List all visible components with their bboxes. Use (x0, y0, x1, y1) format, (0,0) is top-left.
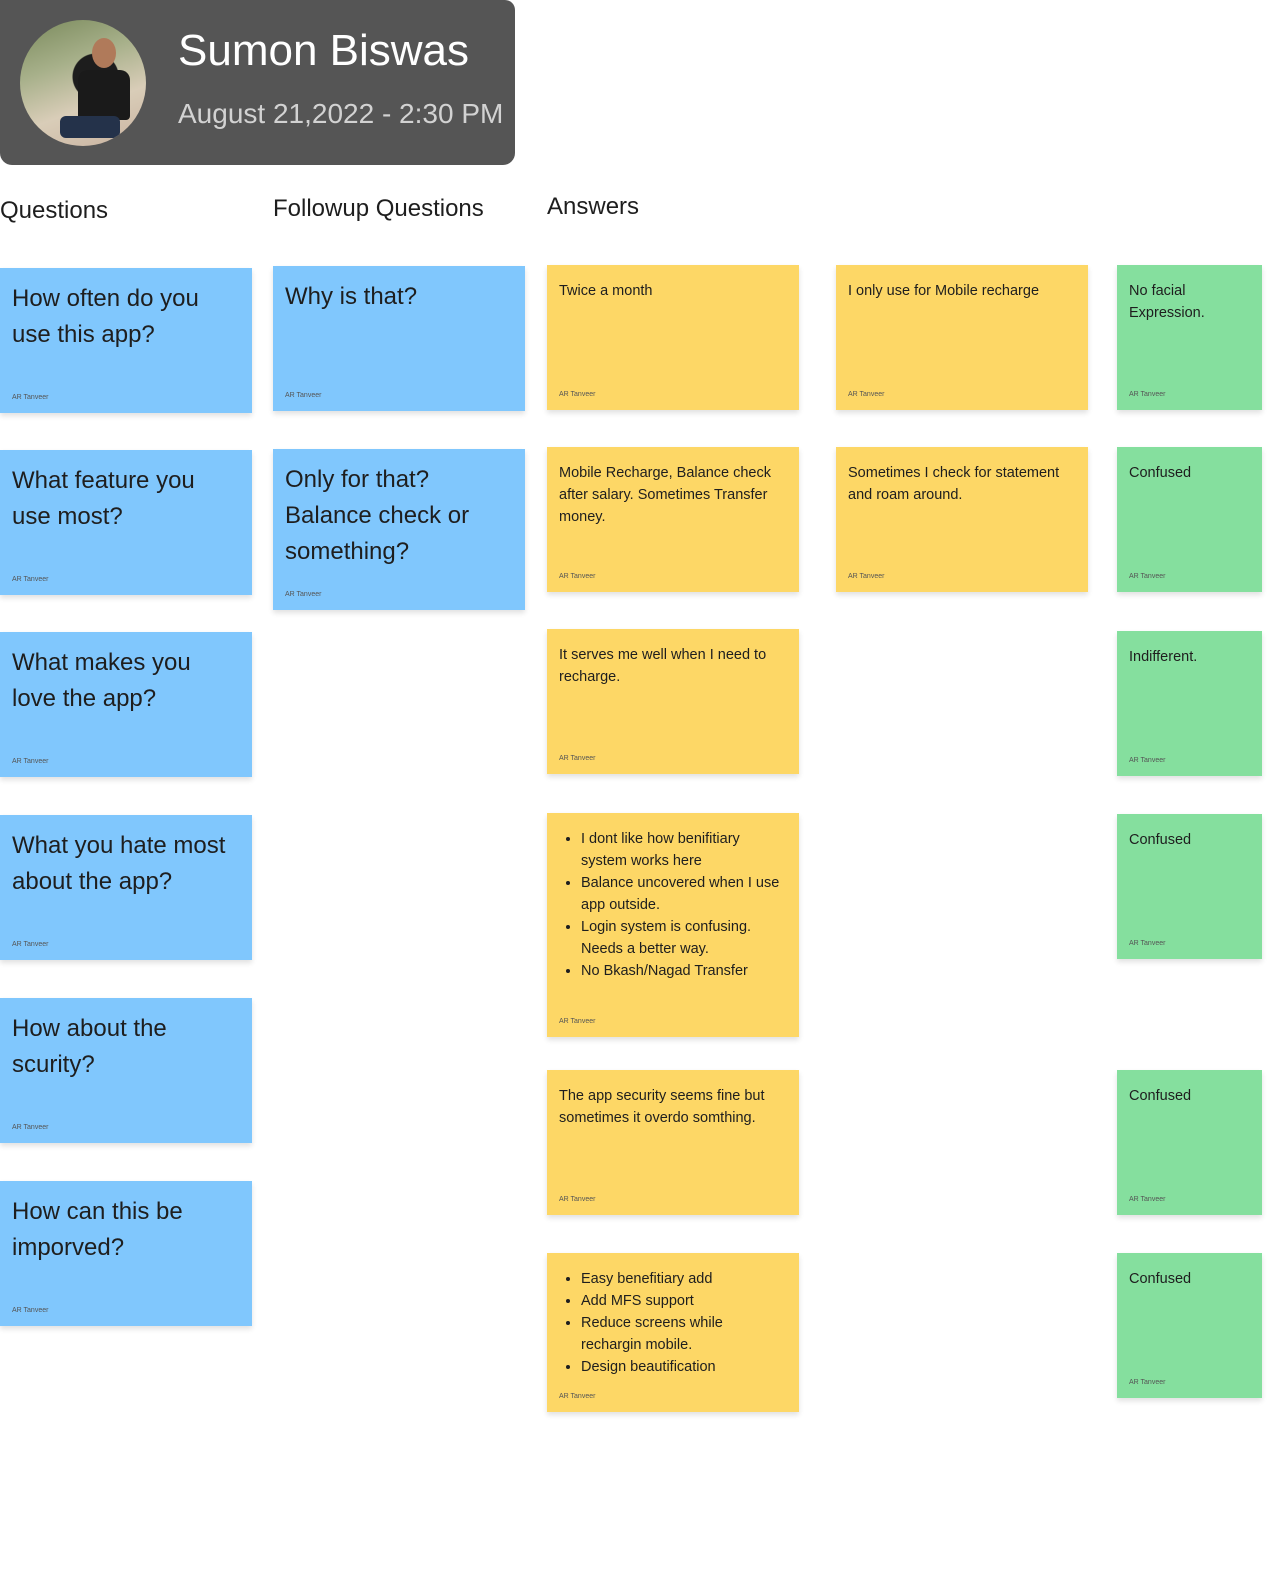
sticky-note-author: AR Tanveer (12, 576, 49, 583)
answer-note[interactable]: It serves me well when I need to recharg… (547, 629, 799, 774)
question-note[interactable]: What makes you love the app? AR Tanveer (0, 632, 252, 777)
avatar (20, 20, 146, 146)
sticky-note-author: AR Tanveer (1129, 757, 1166, 764)
bullet-item: Easy benefitiary add (581, 1268, 787, 1290)
sticky-note-author: AR Tanveer (12, 1307, 49, 1314)
sticky-note-text: Only for that? Balance check or somethin… (285, 466, 470, 565)
sticky-note-text: Confused (1129, 1271, 1192, 1287)
question-note[interactable]: How often do you use this app? AR Tanveer (0, 268, 252, 413)
followup-question-note[interactable]: Why is that? AR Tanveer (273, 266, 525, 411)
interview-datetime: August 21,2022 - 2:30 PM (178, 98, 504, 129)
sticky-note-author: AR Tanveer (848, 391, 885, 398)
sticky-note-text: What you hate most about the app? (12, 832, 226, 895)
sticky-note-text: Confused (1129, 465, 1192, 481)
sticky-note-text: How about the scurity? (12, 1015, 167, 1078)
sticky-note-author: AR Tanveer (559, 1393, 596, 1400)
sticky-note-author: AR Tanveer (285, 392, 322, 399)
sticky-note-text: Sometimes I check for statement and roam… (848, 465, 1060, 503)
question-note[interactable]: How can this be imporved? AR Tanveer (0, 1181, 252, 1326)
sticky-note-text: What makes you love the app? (12, 649, 191, 712)
sticky-note-text: Indifferent. (1129, 649, 1198, 665)
followup-question-note[interactable]: Only for that? Balance check or somethin… (273, 449, 525, 610)
sticky-note-author: AR Tanveer (1129, 391, 1166, 398)
column-heading-answers: Answers (547, 193, 640, 220)
sticky-note-text: Easy benefitiary addAdd MFS supportReduc… (559, 1265, 787, 1378)
expression-note[interactable]: Indifferent. AR Tanveer (1117, 631, 1262, 776)
sticky-note-text: I only use for Mobile recharge (848, 283, 1040, 299)
sticky-note-author: AR Tanveer (559, 573, 596, 580)
participant-name: Sumon Biswas (178, 26, 470, 75)
sticky-note-author: AR Tanveer (559, 1196, 596, 1203)
sticky-note-text: Mobile Recharge, Balance check after sal… (559, 465, 771, 525)
question-note[interactable]: What you hate most about the app? AR Tanv… (0, 815, 252, 960)
expression-note[interactable]: Confused AR Tanveer (1117, 1070, 1262, 1215)
bullet-item: Design beautification (581, 1356, 787, 1378)
bullet-item: Reduce screens while rechargin mobile. (581, 1312, 787, 1356)
expression-note[interactable]: Confused AR Tanveer (1117, 814, 1262, 959)
sticky-note-text: The app security seems fine but sometime… (559, 1088, 765, 1126)
sticky-note-author: AR Tanveer (12, 394, 49, 401)
answer-note[interactable]: I dont like how benifitiary system works… (547, 813, 799, 1037)
sticky-note-text: It serves me well when I need to recharg… (559, 647, 767, 685)
question-note[interactable]: How about the scurity? AR Tanveer (0, 998, 252, 1143)
participant-header: Sumon Biswas August 21,2022 - 2:30 PM (0, 0, 515, 165)
followup-answer-note[interactable]: I only use for Mobile recharge AR Tanveer (836, 265, 1088, 410)
sticky-note-text: Confused (1129, 832, 1192, 848)
sticky-note-text: What feature you use most? (12, 467, 195, 530)
sticky-note-text: No facial Expression. (1129, 283, 1205, 321)
bullet-item: I dont like how benifitiary system works… (581, 828, 787, 872)
sticky-note-author: AR Tanveer (12, 758, 49, 765)
column-heading-questions: Questions (0, 197, 109, 224)
sticky-note-author: AR Tanveer (559, 755, 596, 762)
expression-note[interactable]: No facial Expression. AR Tanveer (1117, 265, 1262, 410)
sticky-note-text: Why is that? (285, 283, 418, 310)
sticky-note-text: Confused (1129, 1088, 1192, 1104)
question-note[interactable]: What feature you use most? AR Tanveer (0, 450, 252, 595)
sticky-note-text: Twice a month (559, 283, 653, 299)
bullet-item: Add MFS support (581, 1290, 787, 1312)
bullet-item: No Bkash/Nagad Transfer (581, 960, 787, 982)
sticky-note-text: How can this be imporved? (12, 1198, 183, 1261)
sticky-note-author: AR Tanveer (12, 1124, 49, 1131)
column-heading-followup: Followup Questions (273, 195, 484, 222)
sticky-note-text: How often do you use this app? (12, 285, 199, 348)
followup-answer-note[interactable]: Sometimes I check for statement and roam… (836, 447, 1088, 592)
sticky-note-author: AR Tanveer (559, 1018, 596, 1025)
answer-note[interactable]: Twice a month AR Tanveer (547, 265, 799, 410)
sticky-note-author: AR Tanveer (12, 941, 49, 948)
sticky-note-author: AR Tanveer (1129, 1196, 1166, 1203)
sticky-note-author: AR Tanveer (1129, 573, 1166, 580)
bullet-item: Login system is confusing. Needs a bette… (581, 916, 787, 960)
sticky-note-author: AR Tanveer (1129, 940, 1166, 947)
bullet-item: Balance uncovered when I use app outside… (581, 872, 787, 916)
answer-note[interactable]: Mobile Recharge, Balance check after sal… (547, 447, 799, 592)
sticky-note-text: I dont like how benifitiary system works… (559, 825, 787, 982)
expression-note[interactable]: Confused AR Tanveer (1117, 1253, 1262, 1398)
sticky-note-author: AR Tanveer (1129, 1379, 1166, 1386)
answer-note[interactable]: The app security seems fine but sometime… (547, 1070, 799, 1215)
answer-note[interactable]: Easy benefitiary addAdd MFS supportReduc… (547, 1253, 799, 1412)
sticky-note-author: AR Tanveer (559, 391, 596, 398)
sticky-note-author: AR Tanveer (285, 591, 322, 598)
expression-note[interactable]: Confused AR Tanveer (1117, 447, 1262, 592)
sticky-note-author: AR Tanveer (848, 573, 885, 580)
